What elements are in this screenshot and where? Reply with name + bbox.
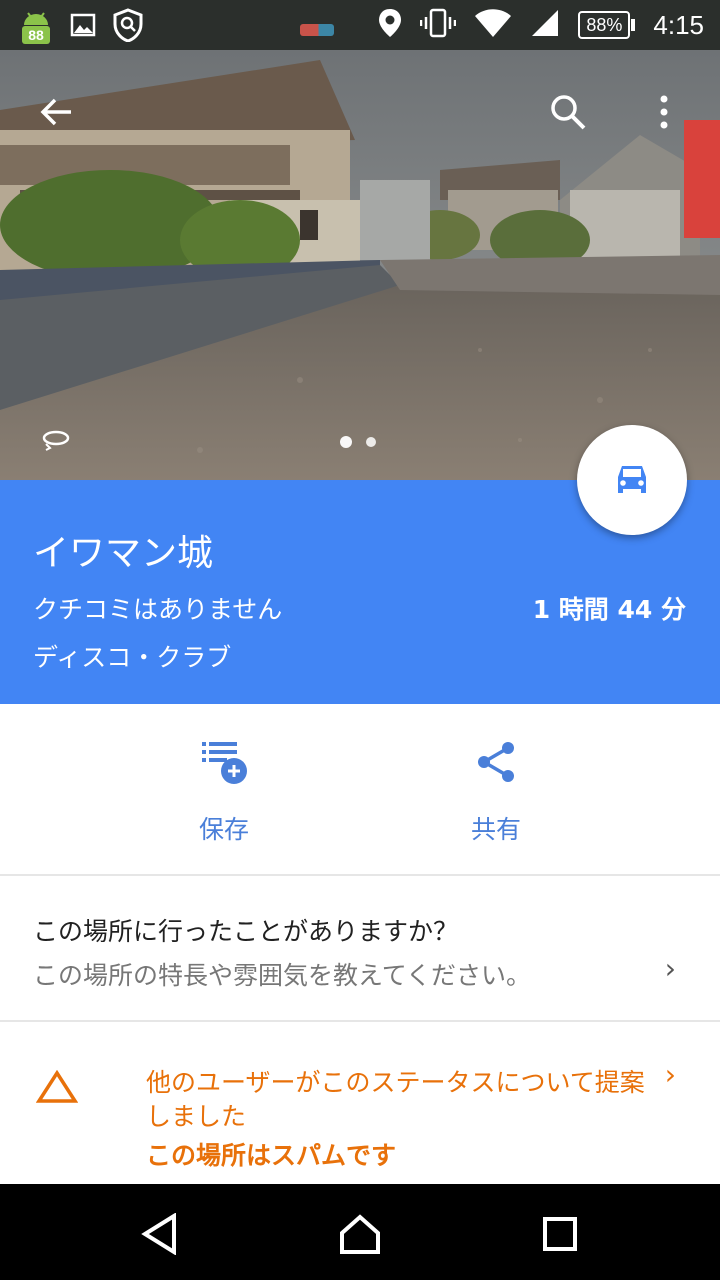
image-icon <box>70 12 96 42</box>
nav-recents-icon <box>543 1217 577 1251</box>
nav-recents-button[interactable] <box>530 1204 590 1264</box>
android-badge-icon: 88 <box>18 9 54 45</box>
clock: 4:15 <box>653 9 704 40</box>
photo-pager-dots <box>340 436 376 448</box>
status-bar: 88 88% 4:15 <box>0 0 720 50</box>
nav-home-button[interactable] <box>330 1204 390 1264</box>
warning-triangle-icon <box>35 1069 79 1108</box>
place-photo[interactable] <box>0 50 720 480</box>
back-button[interactable] <box>32 88 80 136</box>
pager-dot <box>366 437 376 447</box>
chevron-right-icon: › <box>664 952 676 985</box>
more-options-button[interactable] <box>640 88 688 136</box>
shield-search-icon <box>112 8 144 46</box>
nav-back-button[interactable] <box>130 1204 190 1264</box>
share-label: 共有 <box>470 815 521 844</box>
reviews-text: クチコミはありません <box>33 595 283 624</box>
place-category: ディスコ・クラブ <box>33 643 232 672</box>
share-icon <box>478 742 514 782</box>
share-button[interactable]: 共有 <box>416 732 576 846</box>
nav-home-icon <box>340 1214 380 1254</box>
question-subtitle: この場所の特長や雰囲気を教えてください。 <box>33 961 532 990</box>
system-nav-bar <box>0 1184 720 1280</box>
action-row: 保存 共有 <box>0 704 720 876</box>
battery-indicator: 88% <box>578 11 636 39</box>
rotate-360-icon[interactable] <box>40 426 72 452</box>
media-notification-icon <box>300 24 334 36</box>
car-icon <box>618 466 646 493</box>
pager-dot-active <box>340 436 352 448</box>
battery-percent: 88% <box>578 11 631 39</box>
warning-status: この場所はスパムです <box>146 1141 397 1170</box>
street-view-photo <box>0 50 720 480</box>
more-vert-icon <box>660 95 668 129</box>
question-title: この場所に行ったことがありますか？ <box>33 917 459 946</box>
wifi-icon <box>474 8 512 42</box>
warning-text: 他のユーザーがこのステータスについて提案しました <box>146 1068 645 1131</box>
signal-icon <box>530 8 560 42</box>
save-button[interactable]: 保存 <box>144 732 304 846</box>
search-button[interactable] <box>544 88 592 136</box>
directions-button[interactable] <box>577 425 687 535</box>
visited-question-row[interactable]: この場所に行ったことがありますか？ この場所の特長や雰囲気を教えてください。 › <box>0 876 720 1022</box>
playlist-add-icon <box>202 742 247 784</box>
search-icon <box>551 95 586 130</box>
drive-duration: 1 時間 44 分 <box>532 595 686 624</box>
location-icon <box>378 8 402 42</box>
place-title: イワマン城 <box>33 533 214 574</box>
arrow-back-icon <box>40 98 71 126</box>
chevron-right-icon: › <box>664 1058 676 1091</box>
badge-number: 88 <box>28 27 44 43</box>
spam-warning-row[interactable]: 他のユーザーがこのステータスについて提案しました この場所はスパムです › <box>0 1022 720 1184</box>
nav-back-icon <box>141 1213 176 1255</box>
vibrate-icon <box>420 8 457 42</box>
save-label: 保存 <box>198 815 249 844</box>
